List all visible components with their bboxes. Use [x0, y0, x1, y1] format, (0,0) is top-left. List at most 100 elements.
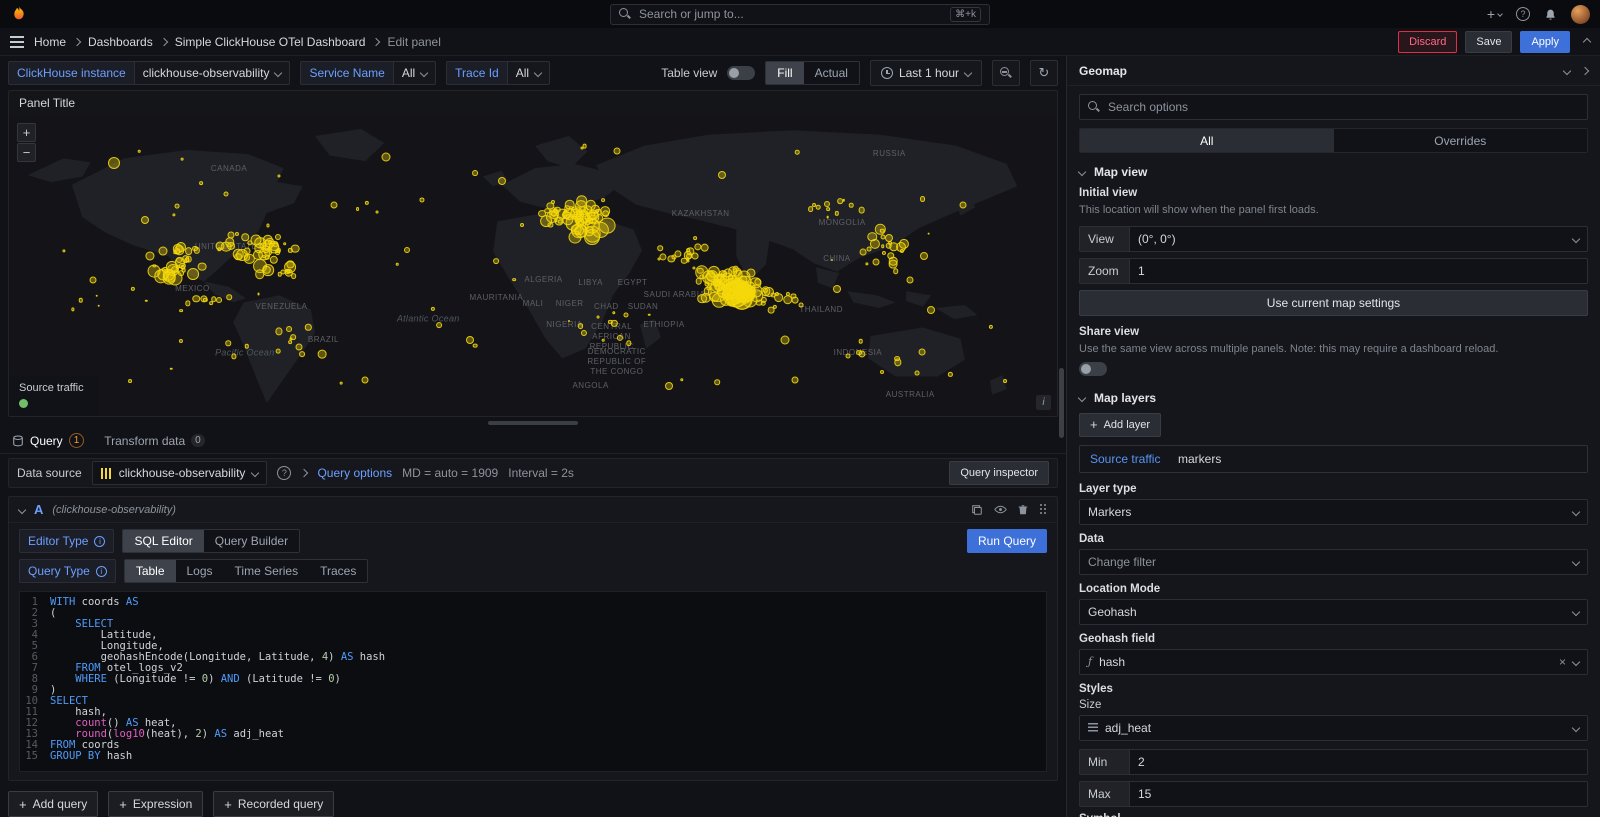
geomap-canvas[interactable]: CANADARUSSIAUNITED STATESKAZAKHSTANMONGO… [9, 115, 1057, 416]
size-field-select[interactable]: adj_heat [1079, 715, 1588, 741]
query-type-label: Query Type i [19, 559, 116, 583]
options-pane-title: Geomap [1079, 64, 1127, 78]
use-current-map-settings-button[interactable]: Use current map settings [1079, 290, 1588, 316]
table-view-toggle[interactable] [727, 66, 755, 80]
editor-type-query-builder[interactable]: Query Builder [204, 530, 299, 552]
recorded-query-button[interactable]: +Recorded query [213, 791, 334, 817]
save-button[interactable]: Save [1465, 31, 1512, 53]
collapse-pane-icon[interactable] [1581, 66, 1589, 74]
initial-view-label: Initial view [1079, 187, 1588, 199]
query-type-table[interactable]: Table [125, 560, 176, 582]
add-query-button[interactable]: +Add query [8, 791, 98, 817]
legend-symbol [19, 399, 28, 408]
options-search-input[interactable]: Search options [1079, 94, 1588, 120]
filter-service-name: Service NameAll [300, 61, 436, 85]
tab-transform-data[interactable]: Transform data 0 [104, 434, 204, 448]
breadcrumb-separator-icon [73, 37, 81, 45]
query-ref-id[interactable]: A [34, 502, 43, 517]
refresh-button[interactable]: ↻ [1030, 60, 1058, 86]
add-new-button[interactable]: + [1487, 6, 1502, 22]
grafana-logo[interactable] [10, 5, 28, 23]
section-map-view-header[interactable]: Map view [1079, 165, 1588, 179]
query-type-traces[interactable]: Traces [309, 560, 367, 582]
tab-query[interactable]: Query 1 [12, 433, 84, 448]
zoom-input[interactable]: 1 [1129, 258, 1588, 284]
panel-type-caret-icon[interactable] [1563, 66, 1571, 74]
clock-icon [881, 67, 893, 79]
code-line: 9) [20, 685, 1046, 696]
editor-type-sql-editor[interactable]: SQL Editor [123, 530, 203, 552]
query-editor: A (clickhouse-observability) [8, 496, 1058, 781]
breadcrumb-item-home[interactable]: Home [34, 35, 66, 49]
delete-query-icon[interactable] [1016, 503, 1030, 517]
query-options-chevron-icon[interactable] [300, 469, 308, 477]
min-label: Min [1079, 749, 1129, 775]
breadcrumb-item-simple-clickhouse-otel-dashboard[interactable]: Simple ClickHouse OTel Dashboard [175, 35, 366, 49]
filter-value[interactable]: All [507, 61, 550, 85]
pane-splitter[interactable] [0, 417, 1066, 429]
options-pane-body: Search options AllOverrides Map view Ini… [1067, 86, 1600, 817]
hide-response-icon[interactable] [993, 503, 1007, 517]
filter-value[interactable]: All [393, 61, 436, 85]
run-query-button[interactable]: Run Query [967, 529, 1047, 553]
help-icon[interactable]: ? [1516, 7, 1530, 21]
size-mode-fill[interactable]: Fill [766, 62, 803, 84]
time-range-picker[interactable]: Last 1 hour [870, 60, 982, 86]
options-tab-overrides[interactable]: Overrides [1334, 129, 1588, 152]
filter-label[interactable]: ClickHouse instance [8, 61, 134, 85]
global-search[interactable]: Search or jump to... ⌘+k [610, 4, 990, 25]
code-line: 3 SELECT [20, 619, 1046, 630]
map-zoom-out-button[interactable]: − [17, 143, 36, 162]
query-type-group: TableLogsTime SeriesTraces [124, 559, 369, 583]
map-attribution-icon[interactable]: i [1036, 395, 1051, 410]
user-avatar[interactable] [1571, 5, 1590, 24]
datasource-picker[interactable]: clickhouse-observability [92, 461, 268, 485]
expression-button[interactable]: +Expression [108, 791, 203, 817]
filter-label[interactable]: Service Name [300, 61, 392, 85]
collapse-query-icon[interactable] [18, 505, 26, 513]
layer-type-select[interactable]: Markers [1079, 499, 1588, 525]
discard-button[interactable]: Discard [1398, 31, 1457, 53]
clear-field-icon[interactable]: × [1559, 655, 1566, 669]
left-pane-scrollbar[interactable] [1059, 368, 1064, 438]
data-filter-select[interactable]: Change filter [1079, 549, 1588, 575]
options-tab-all[interactable]: All [1080, 129, 1334, 152]
menu-toggle-icon[interactable] [10, 36, 24, 48]
apply-button[interactable]: Apply [1520, 31, 1570, 53]
collapse-header-icon[interactable] [1583, 37, 1591, 45]
map-legend: Source traffic [9, 376, 98, 416]
adhoc-filters: ClickHouse instanceclickhouse-observabil… [8, 61, 550, 85]
top-nav: Search or jump to... ⌘+k + ? [0, 0, 1600, 28]
query-options-toggle[interactable]: Query options [317, 466, 392, 480]
max-input[interactable]: 15 [1129, 781, 1588, 807]
panel-title[interactable]: Panel Title [9, 91, 1057, 115]
map-zoom-in-button[interactable]: + [17, 123, 36, 142]
query-inspector-button[interactable]: Query inspector [949, 461, 1049, 485]
panel-options-pane: Geomap Search options AllOverrides Map v… [1066, 56, 1600, 817]
filter-value[interactable]: clickhouse-observability [134, 61, 291, 85]
min-input[interactable]: 2 [1129, 749, 1588, 775]
layer-item-source-traffic[interactable]: Source traffic markers [1079, 445, 1588, 473]
breadcrumb-item-dashboards[interactable]: Dashboards [88, 35, 153, 49]
zoom-out-time-button[interactable] [992, 60, 1020, 86]
drag-handle[interactable] [1039, 504, 1047, 515]
datasource-help-icon[interactable]: ? [277, 466, 291, 480]
breadcrumb-separator-icon [159, 37, 167, 45]
size-mode-actual[interactable]: Actual [804, 62, 859, 84]
number-field-icon [1088, 723, 1098, 732]
section-map-layers-header[interactable]: Map layers [1079, 391, 1588, 405]
share-view-toggle[interactable] [1079, 362, 1107, 376]
breadcrumb: Home Dashboards Simple ClickHouse OTel Das… [34, 35, 441, 49]
query-type-row: Query Type i TableLogsTime SeriesTraces [9, 553, 1057, 583]
view-select[interactable]: (0°, 0°) [1129, 226, 1588, 252]
notifications-icon[interactable] [1544, 8, 1557, 21]
query-type-logs[interactable]: Logs [176, 560, 224, 582]
code-line: 10SELECT [20, 696, 1046, 707]
filter-label[interactable]: Trace Id [446, 61, 507, 85]
location-mode-select[interactable]: Geohash [1079, 599, 1588, 625]
sql-code-editor[interactable]: 1WITH coords AS2(3 SELECT4 Latitude,5 Lo… [19, 591, 1047, 772]
query-type-time-series[interactable]: Time Series [224, 560, 310, 582]
add-layer-button[interactable]: +Add layer [1079, 413, 1161, 437]
geohash-field-select[interactable]: ƒ hash × [1079, 649, 1588, 675]
copy-query-icon[interactable] [970, 503, 984, 517]
